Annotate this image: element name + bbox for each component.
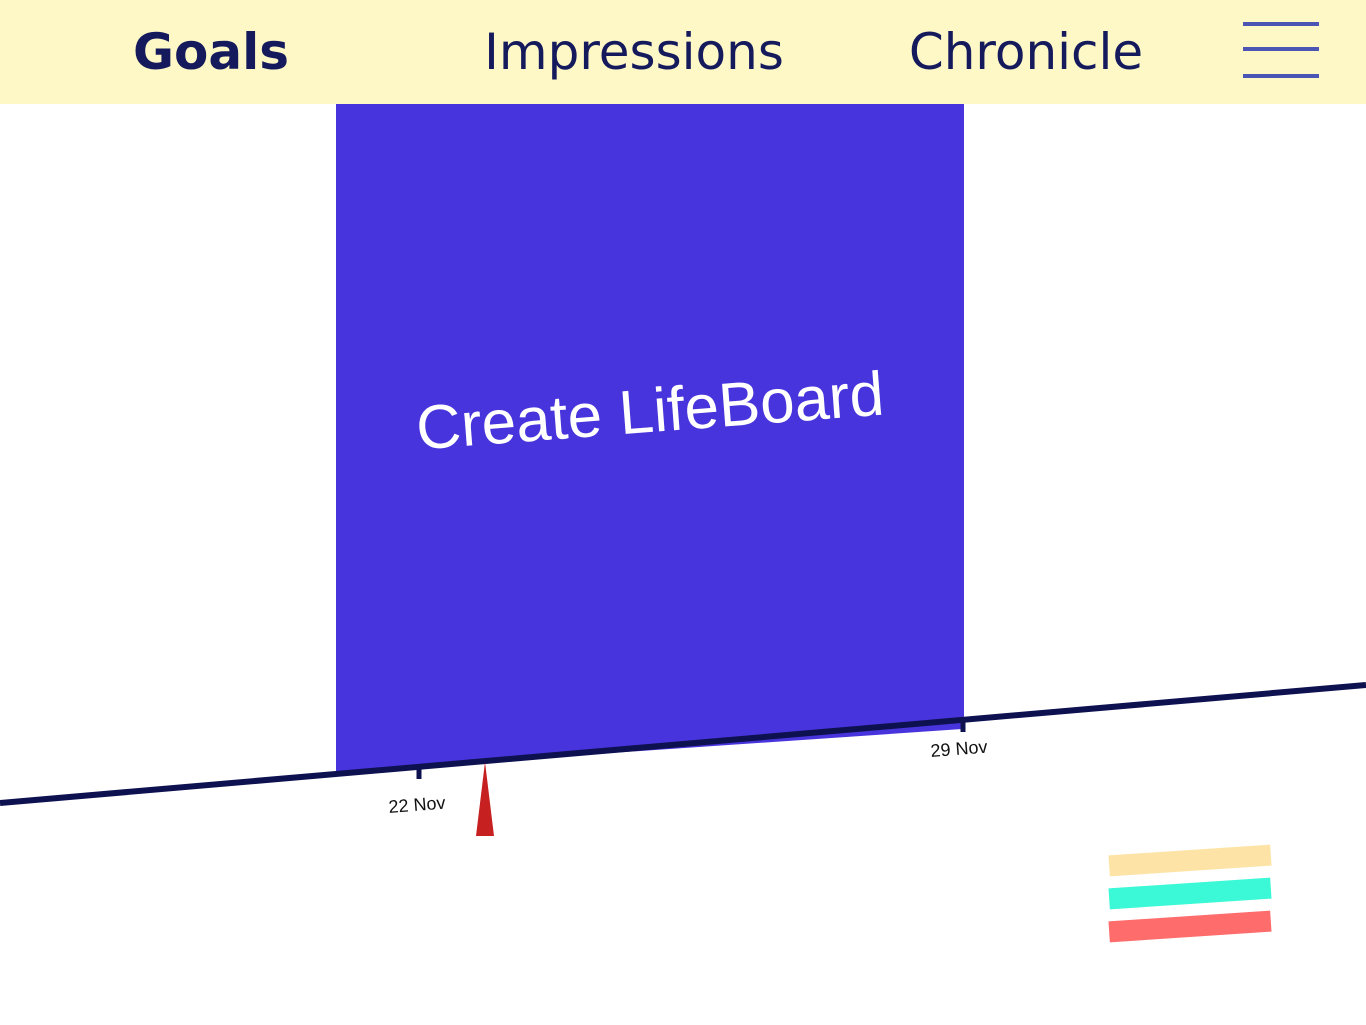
tick-label-29-nov: 29 Nov	[930, 737, 988, 761]
tick-label-22-nov: 22 Nov	[388, 793, 446, 817]
color-legend-button[interactable]	[1106, 838, 1278, 950]
legend-color-bar	[1108, 910, 1272, 943]
legend-color-bar	[1108, 844, 1272, 877]
legend-color-bar	[1108, 877, 1272, 910]
timeline-axis	[0, 682, 1366, 806]
current-time-marker-icon	[476, 762, 494, 836]
